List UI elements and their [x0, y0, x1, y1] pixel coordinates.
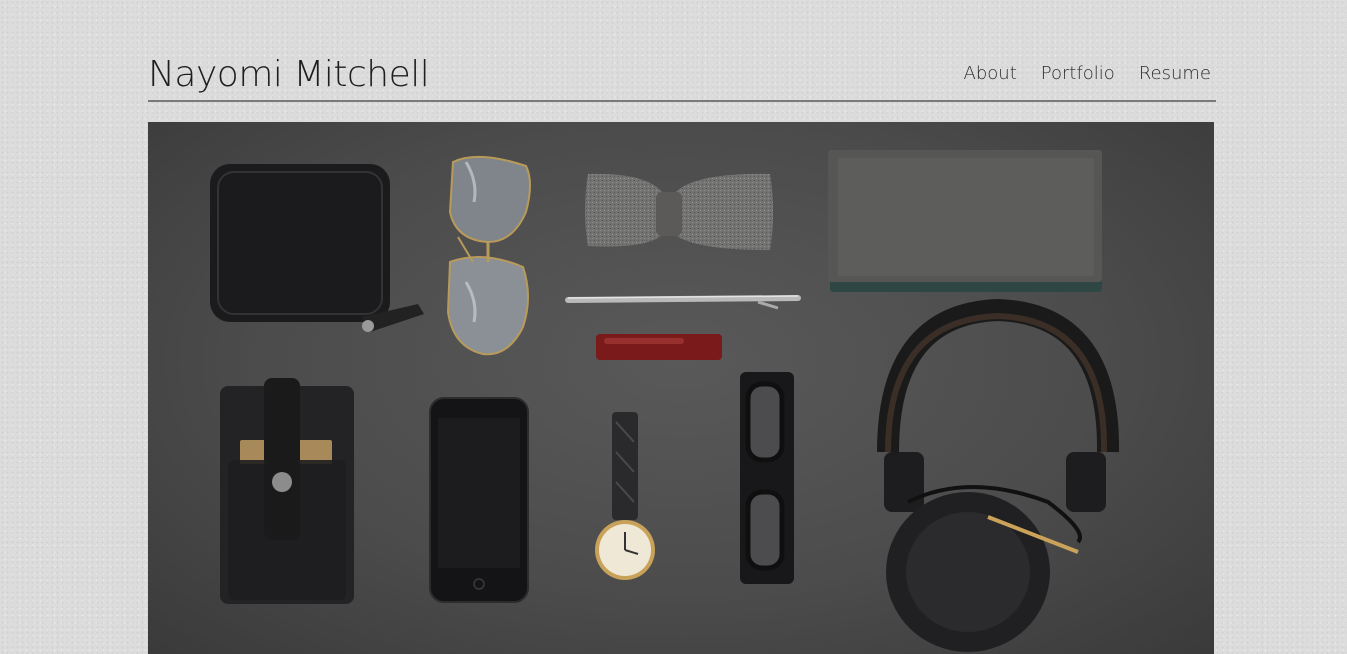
nav-resume[interactable]: Resume [1139, 62, 1211, 86]
nav-portfolio[interactable]: Portfolio [1041, 62, 1115, 86]
hero-photo [210, 150, 1120, 652]
bow-tie-icon [585, 173, 773, 250]
eyeglasses-icon [740, 372, 794, 584]
site-title[interactable]: Nayomi Mitchell [148, 52, 430, 98]
headphones-icon [877, 298, 1120, 652]
aviator-sunglasses-icon [446, 155, 531, 356]
smartphone-icon [429, 397, 529, 603]
main-nav: About Portfolio Resume [964, 62, 1211, 86]
nav-about[interactable]: About [964, 62, 1017, 86]
phone-case-icon [220, 378, 354, 604]
pen-icon [565, 295, 801, 310]
hero-image [148, 122, 1214, 654]
site-header: Nayomi Mitchell About Portfolio Resume [148, 50, 1216, 102]
wristwatch-icon [595, 412, 655, 580]
notebook-icon [828, 150, 1102, 292]
wallet-icon [210, 164, 424, 332]
red-lighter-icon [596, 334, 722, 360]
